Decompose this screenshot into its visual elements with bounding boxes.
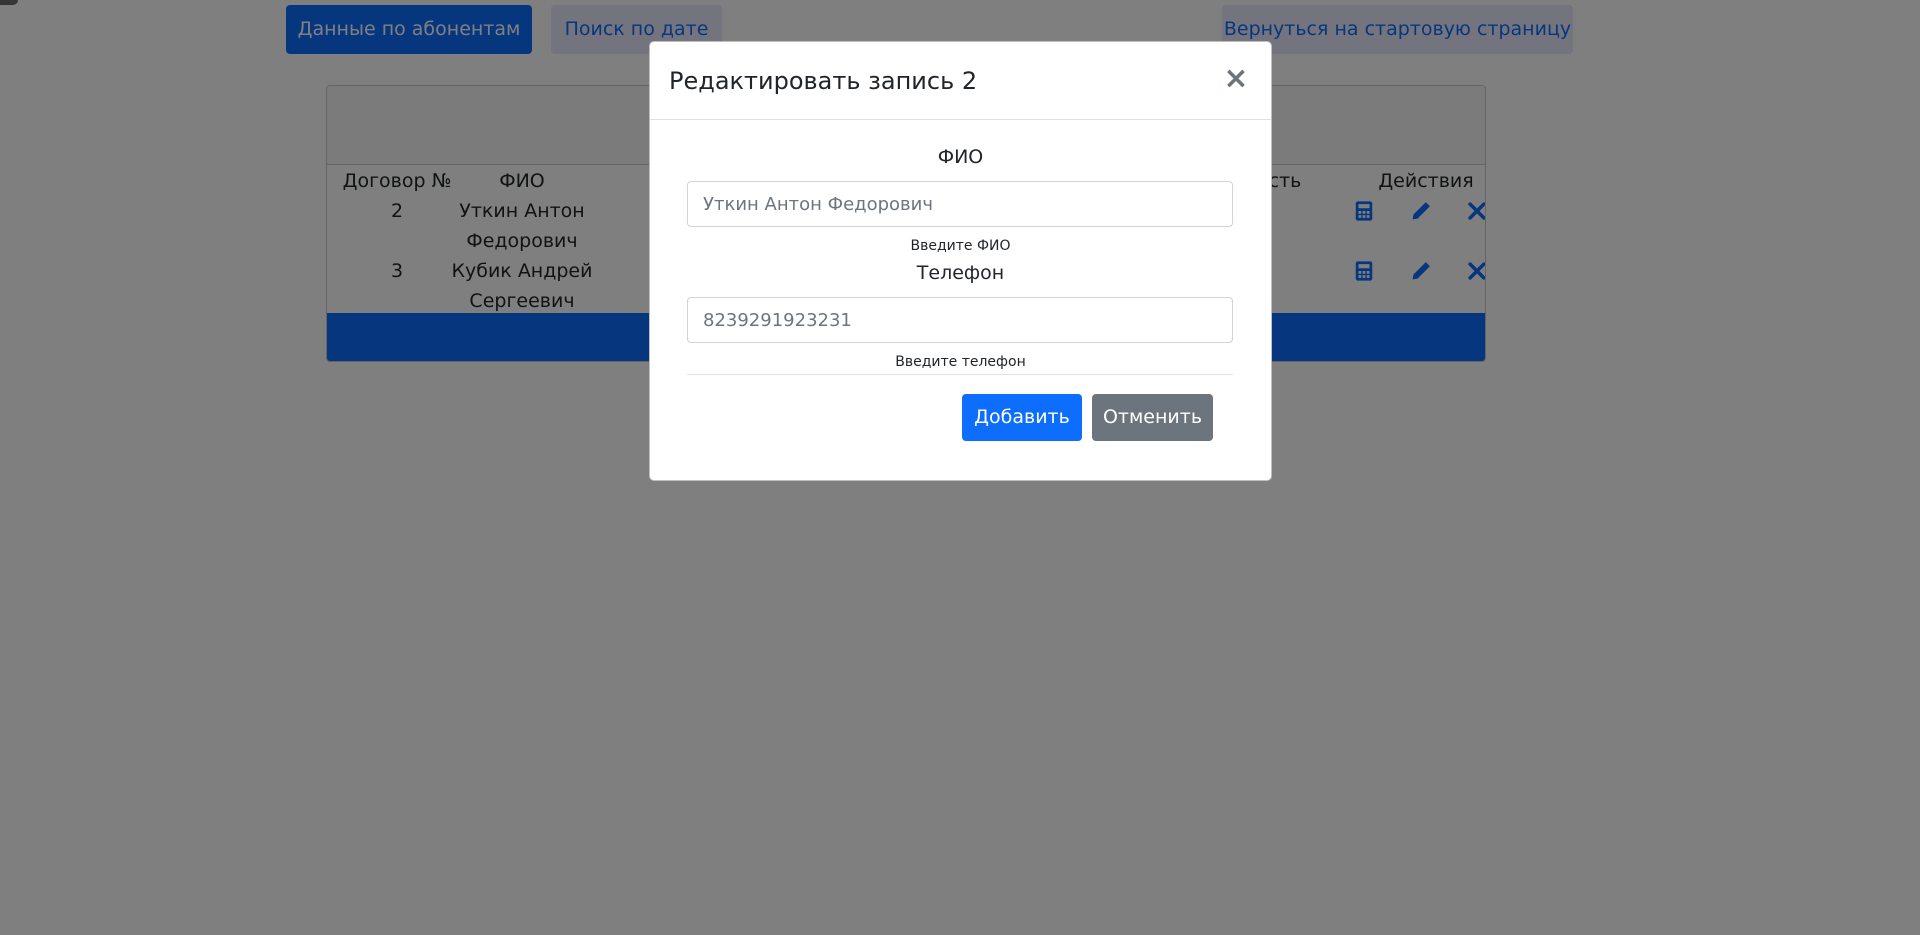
- fio-help-text: Введите ФИО: [910, 238, 1011, 254]
- cancel-button[interactable]: Отменить: [1092, 394, 1213, 441]
- add-button[interactable]: Добавить: [962, 394, 1082, 441]
- page: Данные по абонентам Поиск по дате Вернут…: [0, 0, 1920, 935]
- modal-divider: [687, 374, 1233, 375]
- modal-close-icon[interactable]: ×: [1223, 64, 1249, 94]
- modal-header: Редактировать запись 2 ×: [650, 42, 1271, 120]
- edit-record-modal: Редактировать запись 2 × ФИО Введите ФИО…: [649, 41, 1272, 481]
- phone-label: Телефон: [916, 262, 1005, 284]
- phone-help-text: Введите телефон: [895, 354, 1026, 370]
- fio-input[interactable]: [687, 181, 1233, 227]
- fio-label: ФИО: [937, 146, 984, 168]
- modal-title: Редактировать запись 2: [669, 67, 978, 95]
- phone-input[interactable]: [687, 297, 1233, 343]
